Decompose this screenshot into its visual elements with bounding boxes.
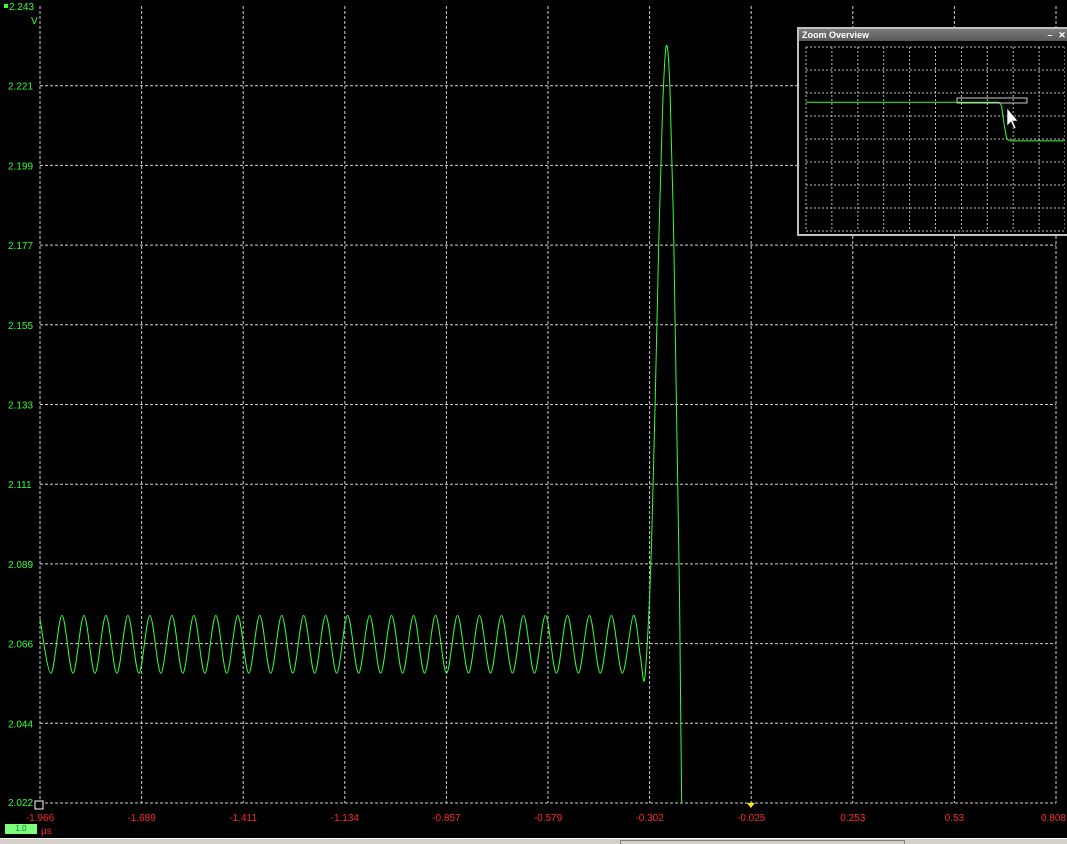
x-tick-label: -1.134 [331, 813, 360, 824]
x-tick-label: -0.025 [737, 813, 766, 824]
bottom-status-bar [0, 838, 1067, 844]
zoom-overview-titlebar[interactable]: Zoom Overview – ✕ [799, 29, 1067, 41]
x-tick-label: 0.808 [1041, 813, 1066, 824]
trigger-marker-icon[interactable] [746, 803, 755, 808]
bottom-bar-tab[interactable] [620, 840, 905, 844]
origin-marker-icon[interactable] [34, 800, 44, 810]
waveform-trace-0 [39, 44, 683, 804]
channel-marker-icon [4, 4, 8, 8]
y-tick-label: 2.221 [8, 82, 33, 93]
close-icon[interactable]: ✕ [1057, 29, 1067, 41]
y-tick-label: 2.155 [8, 321, 33, 332]
zoom-overview-plot[interactable] [799, 41, 1067, 234]
y-tick-label: 2.111 [8, 480, 32, 491]
y-tick-label: 2.022 [8, 798, 33, 809]
y-tick-label: 2.199 [8, 161, 33, 172]
x-tick-label: 0.253 [840, 813, 865, 824]
x-tick-label: -1.966 [26, 813, 55, 824]
x-tick-label: -1.411 [229, 813, 257, 824]
mouse-cursor-icon [1006, 107, 1019, 130]
channel-badge[interactable]: 1.0 [5, 824, 37, 834]
overview-chart[interactable] [799, 41, 1066, 236]
x-tick-label: -1.689 [127, 813, 156, 824]
minimize-icon[interactable]: – [1045, 29, 1055, 41]
x-tick-label: -0.579 [534, 813, 563, 824]
y-tick-label: 2.133 [8, 401, 33, 412]
x-axis-unit: μs [41, 826, 52, 837]
x-tick-label: -0.302 [635, 813, 664, 824]
y-tick-label: 2.066 [8, 640, 33, 651]
y-tick-label: 2.089 [8, 560, 33, 571]
zoom-overview-window[interactable]: Zoom Overview – ✕ [797, 27, 1067, 236]
y-tick-label: 2.044 [8, 719, 33, 730]
zoom-overview-title: Zoom Overview [802, 30, 870, 40]
x-tick-label: 0.53 [945, 813, 965, 824]
x-tick-label: -0.857 [432, 813, 461, 824]
y-axis-unit: V [31, 16, 38, 27]
y-tick-label: 2.243 [9, 2, 34, 13]
y-tick-label: 2.177 [8, 241, 33, 252]
